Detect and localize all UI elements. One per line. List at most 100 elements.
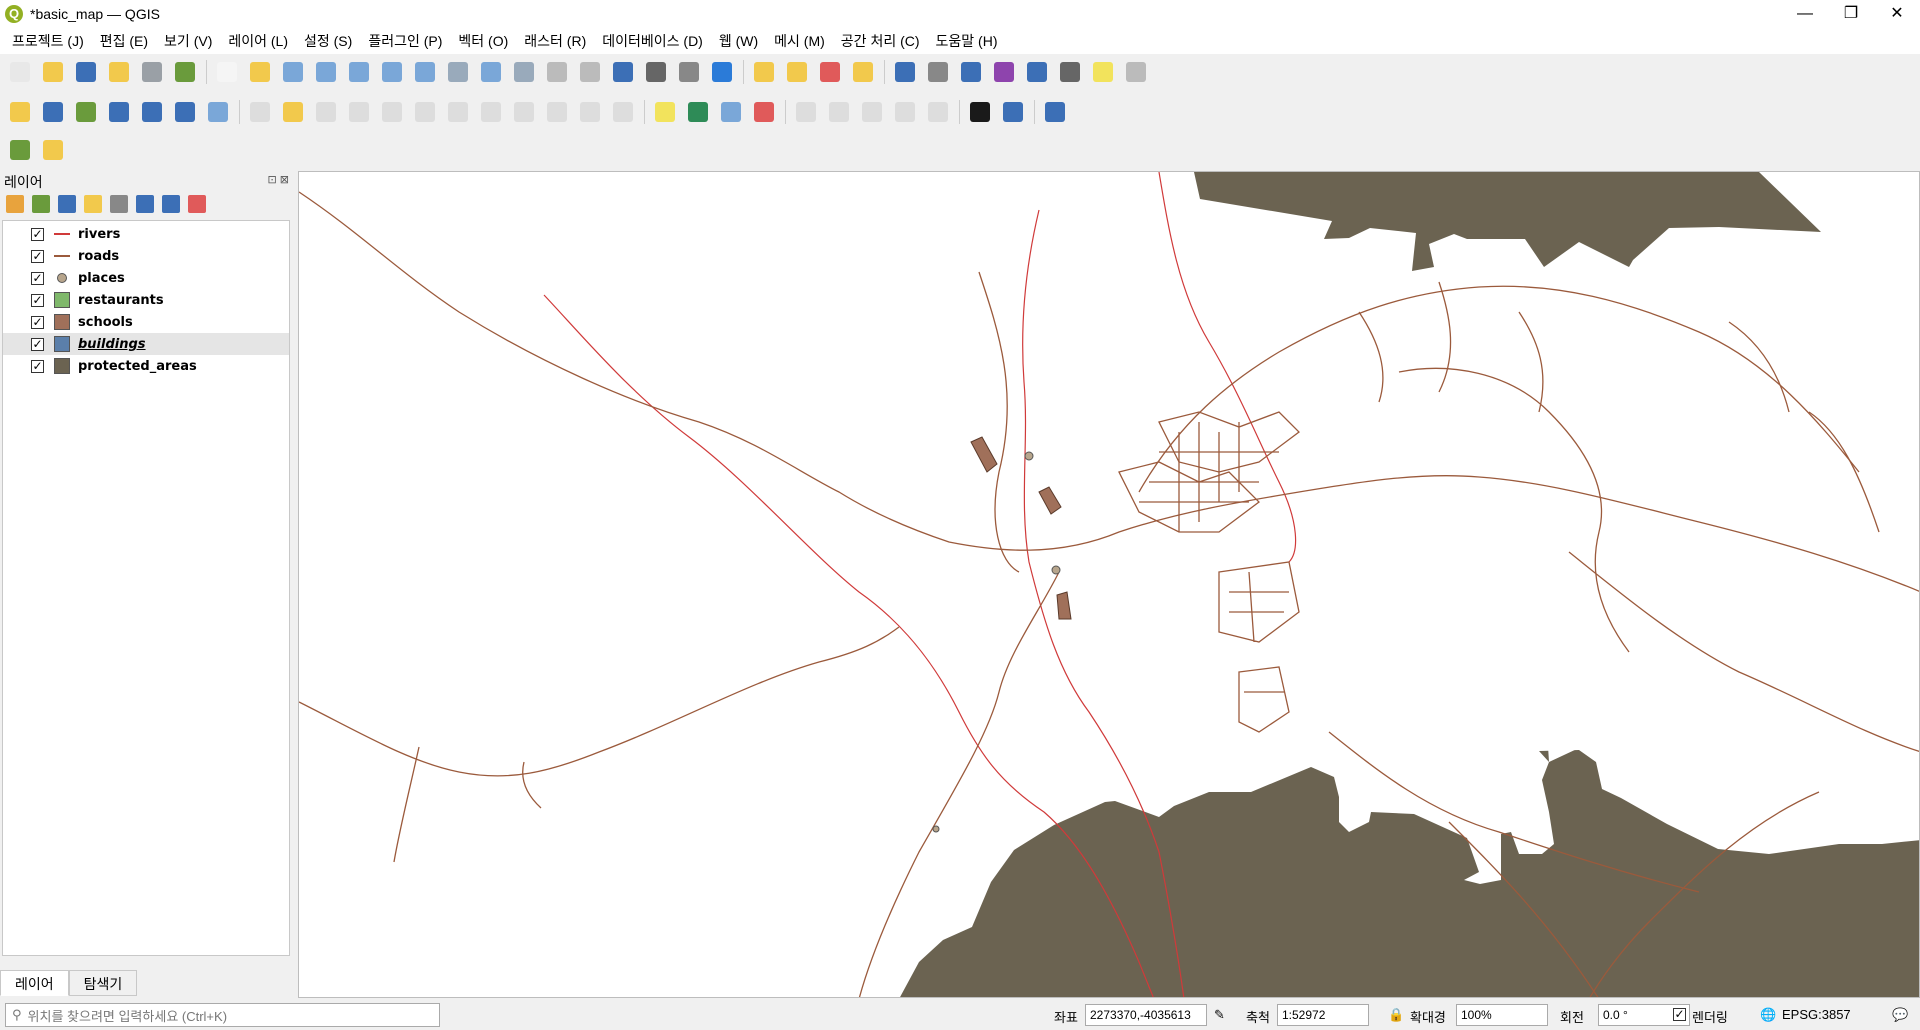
new-project-button[interactable] xyxy=(6,59,33,86)
map-tips-button[interactable] xyxy=(1089,59,1116,86)
open-project-button[interactable] xyxy=(39,59,66,86)
zoom-out-button[interactable] xyxy=(312,59,339,86)
layer-item-schools[interactable]: ✓ schools xyxy=(3,311,289,333)
open-field-calc-button[interactable] xyxy=(1023,59,1050,86)
label-pin-button[interactable] xyxy=(717,99,744,126)
close-button[interactable]: ✕ xyxy=(1874,0,1920,28)
select-by-value-button[interactable] xyxy=(783,59,810,86)
locator-search-input[interactable]: ⚲ 위치를 찾으려면 입력하세요 (Ctrl+K) xyxy=(5,1003,440,1027)
statistics-button[interactable] xyxy=(990,59,1017,86)
coordinate-field[interactable]: 2273370,-4035613 xyxy=(1085,1004,1207,1026)
pan-to-selection-button[interactable] xyxy=(246,59,273,86)
menu-item[interactable]: 웹 (W) xyxy=(711,31,766,51)
menu-item[interactable]: 래스터 (R) xyxy=(516,31,594,51)
georeferencer-button[interactable] xyxy=(39,137,66,164)
toolbox-button[interactable] xyxy=(957,59,984,86)
menu-item[interactable]: 메시 (M) xyxy=(766,31,833,51)
locator-button[interactable] xyxy=(1122,59,1149,86)
menu-item[interactable]: 편집 (E) xyxy=(92,31,156,51)
minimize-button[interactable]: — xyxy=(1782,0,1828,28)
label-unpinned-button[interactable] xyxy=(750,99,777,126)
locator-search-button[interactable] xyxy=(6,137,33,164)
menu-item[interactable]: 공간 처리 (C) xyxy=(833,31,928,51)
select-location-button[interactable] xyxy=(849,59,876,86)
manage-visibility-icon[interactable] xyxy=(58,195,76,213)
zoom-layer-button[interactable] xyxy=(411,59,438,86)
zoom-next-button[interactable] xyxy=(510,59,537,86)
zoom-full-button[interactable] xyxy=(345,59,372,86)
layer-item-rivers[interactable]: ✓ rivers xyxy=(3,223,289,245)
select-features-button[interactable] xyxy=(750,59,777,86)
add-mesh-button[interactable] xyxy=(171,99,198,126)
toggle-extents-icon[interactable]: ✎ xyxy=(1214,1007,1225,1023)
attribute-table-button[interactable] xyxy=(924,59,951,86)
add-vector-button[interactable] xyxy=(6,99,33,126)
save-project-button[interactable] xyxy=(72,59,99,86)
labeling-button[interactable] xyxy=(651,99,678,126)
style-manager-button[interactable] xyxy=(171,59,198,86)
restore-button[interactable]: ❐ xyxy=(1828,0,1874,28)
menu-item[interactable]: 도움말 (H) xyxy=(928,31,1006,51)
new-3d-view-button[interactable] xyxy=(576,59,603,86)
zoom-selection-button[interactable] xyxy=(378,59,405,86)
layer-item-protected_areas[interactable]: ✓ protected_areas xyxy=(3,355,289,377)
layer-visibility-checkbox[interactable]: ✓ xyxy=(31,337,44,351)
menu-item[interactable]: 레이어 (L) xyxy=(220,31,296,51)
tab-layers[interactable]: 레이어 xyxy=(0,970,69,996)
save-as-button[interactable] xyxy=(105,59,132,86)
lock-scale-icon[interactable]: 🔒 xyxy=(1388,1007,1404,1023)
new-bookmark-button[interactable] xyxy=(609,59,636,86)
add-spatialite-button[interactable] xyxy=(105,99,132,126)
metasearch-button[interactable] xyxy=(966,99,993,126)
menu-item[interactable]: 데이터베이스 (D) xyxy=(594,31,711,51)
show-bookmarks-button[interactable] xyxy=(642,59,669,86)
refresh-button[interactable] xyxy=(708,59,735,86)
collapse-all-icon[interactable] xyxy=(162,195,180,213)
remove-layer-icon[interactable] xyxy=(188,195,206,213)
menu-item[interactable]: 프로젝트 (J) xyxy=(4,31,92,51)
help-button[interactable] xyxy=(1041,99,1068,126)
menu-item[interactable]: 보기 (V) xyxy=(156,31,220,51)
crs-button[interactable]: EPSG:3857 xyxy=(1782,1007,1851,1022)
print-layout-button[interactable] xyxy=(138,59,165,86)
filter-legend-icon[interactable] xyxy=(84,195,102,213)
measure-button[interactable] xyxy=(1056,59,1083,86)
filter-expression-icon[interactable] xyxy=(110,195,128,213)
zoom-native-button[interactable] xyxy=(444,59,471,86)
zoom-in-button[interactable] xyxy=(279,59,306,86)
add-virtual-button[interactable] xyxy=(204,99,231,126)
temporal-button[interactable] xyxy=(675,59,702,86)
render-checkbox[interactable]: ✓ xyxy=(1673,1008,1686,1021)
expand-all-icon[interactable] xyxy=(136,195,154,213)
layer-visibility-checkbox[interactable]: ✓ xyxy=(31,271,44,285)
toggle-editing-button[interactable] xyxy=(279,99,306,126)
zoom-last-button[interactable] xyxy=(477,59,504,86)
diagram-button[interactable] xyxy=(684,99,711,126)
layer-item-places[interactable]: ✓ places xyxy=(3,267,289,289)
messages-icon[interactable]: 💬 xyxy=(1892,1007,1908,1023)
map-canvas[interactable] xyxy=(298,171,1920,998)
magnifier-spinbox[interactable]: 100% xyxy=(1456,1004,1548,1026)
pan-button[interactable] xyxy=(213,59,240,86)
add-raster-button[interactable] xyxy=(39,99,66,126)
layer-item-buildings[interactable]: ✓ buildings xyxy=(3,333,289,355)
add-wms-button[interactable] xyxy=(138,99,165,126)
layer-item-roads[interactable]: ✓ roads xyxy=(3,245,289,267)
layer-item-restaurants[interactable]: ✓ restaurants xyxy=(3,289,289,311)
identify-button[interactable] xyxy=(891,59,918,86)
deselect-button[interactable] xyxy=(816,59,843,86)
layer-visibility-checkbox[interactable]: ✓ xyxy=(31,227,44,241)
panel-dock-controls[interactable]: ⊡ ⊠ xyxy=(268,173,290,186)
menu-item[interactable]: 설정 (S) xyxy=(296,31,360,51)
tab-browser[interactable]: 탐색기 xyxy=(68,970,138,996)
add-delimited-button[interactable] xyxy=(72,99,99,126)
layer-visibility-checkbox[interactable]: ✓ xyxy=(31,293,44,307)
open-layer-styling-icon[interactable] xyxy=(6,195,24,213)
menu-item[interactable]: 벡터 (O) xyxy=(450,31,516,51)
python-button[interactable] xyxy=(999,99,1026,126)
new-map-view-button[interactable] xyxy=(543,59,570,86)
layer-visibility-checkbox[interactable]: ✓ xyxy=(31,249,44,263)
menu-item[interactable]: 플러그인 (P) xyxy=(360,31,450,51)
scale-combo[interactable]: 1:52972 xyxy=(1277,1004,1369,1026)
layer-visibility-checkbox[interactable]: ✓ xyxy=(31,315,44,329)
